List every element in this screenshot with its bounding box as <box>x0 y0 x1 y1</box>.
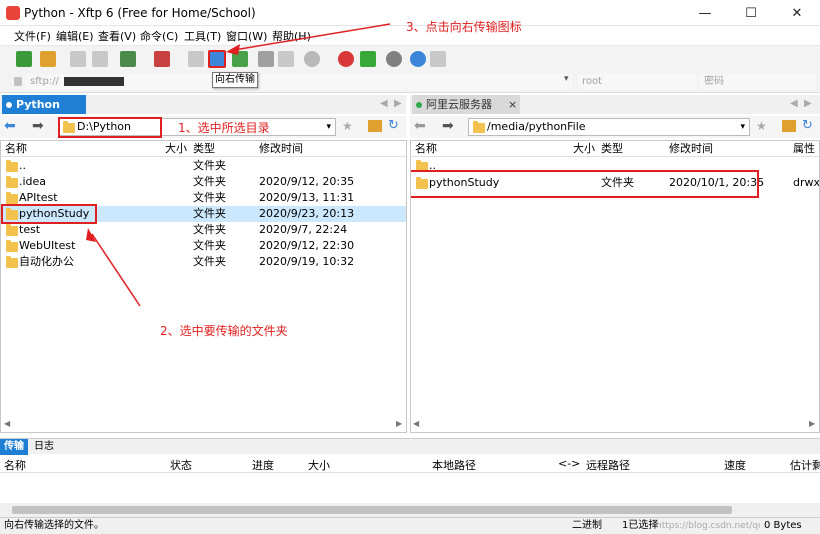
col-speed[interactable]: 速度 <box>724 457 746 473</box>
selection-count: 1已选择 <box>622 520 659 531</box>
tooltip: 向右传输 <box>212 72 258 88</box>
horizontal-scrollbar[interactable] <box>0 503 820 517</box>
arrow-step3 <box>233 23 391 51</box>
arrowhead-step3 <box>226 44 240 55</box>
col-status[interactable]: 状态 <box>170 457 192 473</box>
byte-count: 0 Bytes <box>764 520 802 531</box>
scrollbar-thumb[interactable] <box>12 506 732 514</box>
status-message: 向右传输选择的文件。 <box>4 520 104 531</box>
col-name[interactable]: 名称 <box>4 457 26 473</box>
col-eta[interactable]: 估计剩 <box>790 457 820 473</box>
col-local-path[interactable]: 本地路径 <box>432 457 476 473</box>
tab-transfer[interactable]: 传输 <box>0 439 28 455</box>
transfer-column-header: 名称 状态 进度 大小 本地路径 <-> 远程路径 速度 估计剩 <box>0 456 820 473</box>
transfer-mode: 二进制 <box>572 520 602 531</box>
col-size[interactable]: 大小 <box>308 457 330 473</box>
col-progress[interactable]: 进度 <box>252 457 274 473</box>
col-remote-path[interactable]: 远程路径 <box>586 457 630 473</box>
watermark: https://blog.csdn.net/qq_4398… <box>656 521 760 531</box>
tab-log[interactable]: 日志 <box>34 439 54 455</box>
status-bar: 向右传输选择的文件。 二进制 1已选择 https://blog.csdn.ne… <box>0 517 820 534</box>
col-direction[interactable]: <-> <box>558 457 580 470</box>
arrow-step2 <box>91 233 141 307</box>
arrowhead-step2 <box>86 228 96 242</box>
bottom-tab-strip: 传输 日志 <box>0 438 820 455</box>
